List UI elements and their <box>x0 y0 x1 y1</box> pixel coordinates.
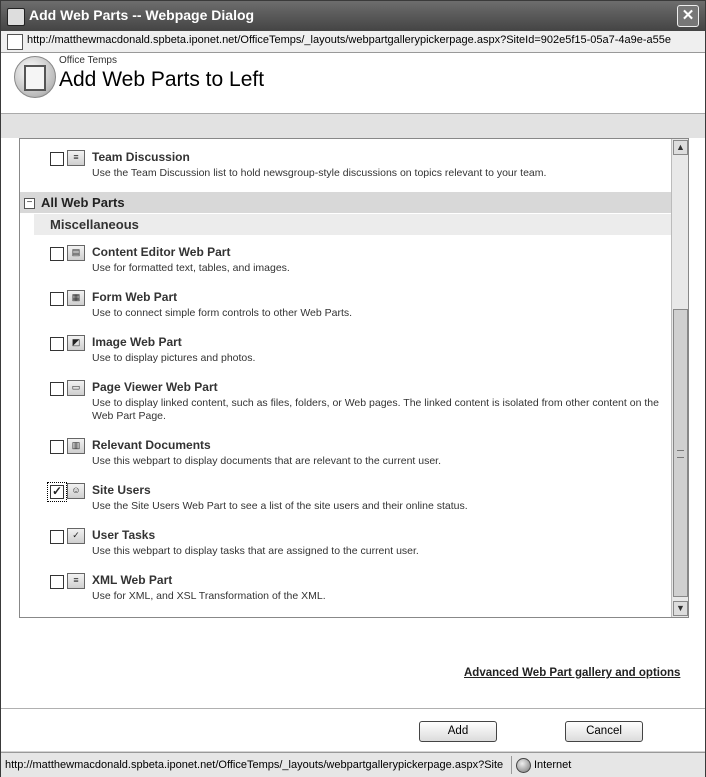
web-part-list[interactable]: ≡ Team Discussion Use the Team Discussio… <box>19 138 689 618</box>
footer-divider <box>1 708 705 709</box>
web-part-description: Use the Team Discussion list to hold new… <box>92 167 547 179</box>
web-part-checkbox[interactable] <box>50 152 64 166</box>
security-zone: Internet <box>534 759 572 771</box>
page-viewer-icon: ▭ <box>67 380 85 396</box>
documents-icon: ▥ <box>67 438 85 454</box>
status-bar: http://matthewmacdonald.spbeta.iponet.ne… <box>1 752 705 777</box>
web-part-checkbox[interactable] <box>47 482 67 502</box>
web-part-checkbox[interactable] <box>50 337 64 351</box>
web-part-checkbox[interactable] <box>50 382 64 396</box>
web-parts-logo-icon <box>14 56 56 98</box>
dialog-content: Office Temps Add Web Parts to Left ≡ Tea… <box>1 53 705 751</box>
address-bar: http://matthewmacdonald.spbeta.iponet.ne… <box>1 31 705 53</box>
status-divider <box>511 756 512 774</box>
group-label: All Web Parts <box>41 195 125 210</box>
app-icon <box>7 8 25 26</box>
web-part-title: Team Discussion <box>92 150 190 164</box>
web-part-checkbox[interactable] <box>50 530 64 544</box>
web-part-description: Use this webpart to display tasks that a… <box>92 545 419 557</box>
web-part-title: Image Web Part <box>92 335 182 349</box>
users-icon: ☺ <box>67 483 85 499</box>
scroll-thumb[interactable] <box>673 309 688 597</box>
web-part-description: Use to connect simple form controls to o… <box>92 307 353 319</box>
web-part-description: Use this webpart to display documents th… <box>92 455 442 467</box>
scroll-down-button[interactable]: ▼ <box>673 601 688 616</box>
web-part-checkbox[interactable] <box>50 292 64 306</box>
globe-icon <box>516 758 531 773</box>
web-part-checkbox[interactable] <box>50 247 64 261</box>
address-url: http://matthewmacdonald.spbeta.iponet.ne… <box>27 34 672 46</box>
xml-icon: ≡ <box>67 573 85 589</box>
header-band <box>1 114 705 138</box>
site-name: Office Temps <box>59 55 117 66</box>
category-label: Miscellaneous <box>50 217 139 232</box>
web-part-description: Use for formatted text, tables, and imag… <box>92 262 290 274</box>
discussion-icon: ≡ <box>67 150 85 166</box>
web-part-title: Relevant Documents <box>92 438 211 452</box>
window-title: Add Web Parts -- Webpage Dialog <box>29 7 255 23</box>
web-part-checkbox[interactable] <box>50 575 64 589</box>
web-part-description: Use for XML, and XSL Transformation of t… <box>92 590 326 602</box>
add-button[interactable]: Add <box>419 721 497 742</box>
collapse-icon[interactable]: − <box>24 198 35 209</box>
content-editor-icon: ▤ <box>67 245 85 261</box>
group-header-all-web-parts[interactable]: − All Web Parts <box>20 192 671 213</box>
web-part-description: Use the Site Users Web Part to see a lis… <box>92 500 468 512</box>
page-title: Add Web Parts to Left <box>59 68 265 91</box>
web-part-title: Page Viewer Web Part <box>92 380 218 394</box>
web-part-title: User Tasks <box>92 528 156 542</box>
title-bar[interactable]: Add Web Parts -- Webpage Dialog ✕ <box>1 1 705 31</box>
web-part-title: Content Editor Web Part <box>92 245 231 259</box>
list-scrollbar[interactable]: ▲ ▼ <box>671 139 688 617</box>
web-part-description: Use to display pictures and photos. <box>92 352 256 364</box>
web-part-title: XML Web Part <box>92 573 173 587</box>
tasks-icon: ✓ <box>67 528 85 544</box>
web-part-title: Form Web Part <box>92 290 178 304</box>
category-header: Miscellaneous <box>34 214 671 235</box>
web-part-description: Use to display linked content, such as f… <box>92 397 659 422</box>
status-url: http://matthewmacdonald.spbeta.iponet.ne… <box>5 759 504 771</box>
close-button[interactable]: ✕ <box>677 5 699 27</box>
web-part-title: Site Users <box>92 483 151 497</box>
form-icon: ▦ <box>67 290 85 306</box>
cancel-button[interactable]: Cancel <box>565 721 643 742</box>
dialog-window: Add Web Parts -- Webpage Dialog ✕ http:/… <box>0 0 706 777</box>
advanced-gallery-link[interactable]: Advanced Web Part gallery and options <box>464 667 680 679</box>
page-header: Office Temps Add Web Parts to Left <box>1 53 705 114</box>
page-icon <box>7 34 23 50</box>
image-icon: ◩ <box>67 335 85 351</box>
scroll-up-button[interactable]: ▲ <box>673 140 688 155</box>
web-part-checkbox[interactable] <box>50 440 64 454</box>
